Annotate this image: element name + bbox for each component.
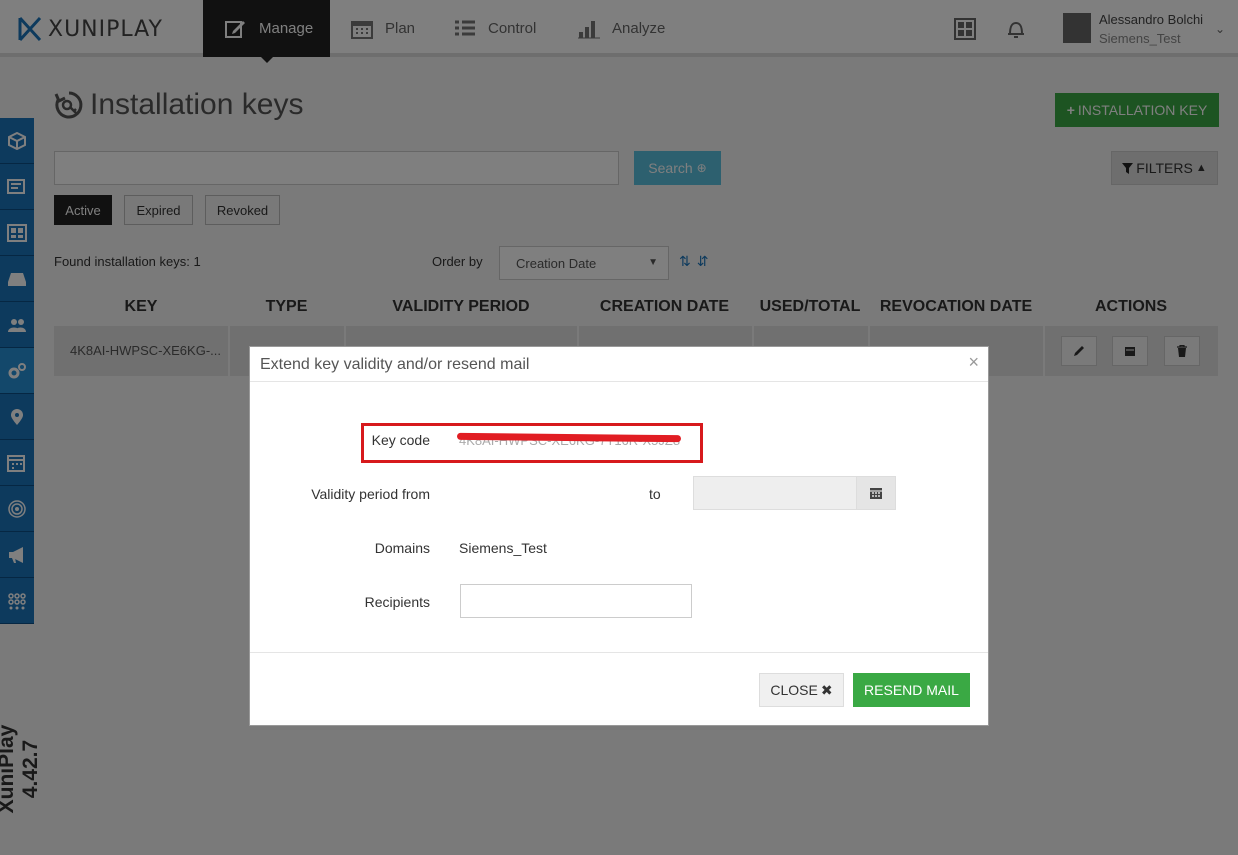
calendar-icon bbox=[870, 488, 882, 499]
validity-from-label: Validity period from bbox=[311, 486, 430, 502]
domains-label: Domains bbox=[374, 540, 430, 556]
validity-to-input[interactable] bbox=[693, 476, 857, 510]
extend-key-modal: Extend key validity and/or resend mail ×… bbox=[249, 346, 989, 726]
date-picker-button[interactable] bbox=[856, 476, 896, 510]
modal-footer-divider bbox=[250, 652, 988, 653]
close-icon[interactable]: × bbox=[968, 352, 979, 373]
resend-mail-button[interactable]: RESEND MAIL bbox=[853, 673, 970, 707]
recipients-label: Recipients bbox=[364, 594, 430, 610]
close-button-label: CLOSE bbox=[770, 682, 818, 698]
close-button[interactable]: CLOSE ✖ bbox=[759, 673, 844, 707]
recipients-input[interactable] bbox=[460, 584, 692, 618]
times-icon: ✖ bbox=[820, 681, 833, 698]
domains-value: Siemens_Test bbox=[459, 540, 547, 556]
modal-header: Extend key validity and/or resend mail × bbox=[250, 347, 988, 382]
modal-title: Extend key validity and/or resend mail bbox=[260, 356, 530, 373]
validity-to-label: to bbox=[649, 486, 661, 502]
key-code-label: Key code bbox=[371, 432, 430, 448]
